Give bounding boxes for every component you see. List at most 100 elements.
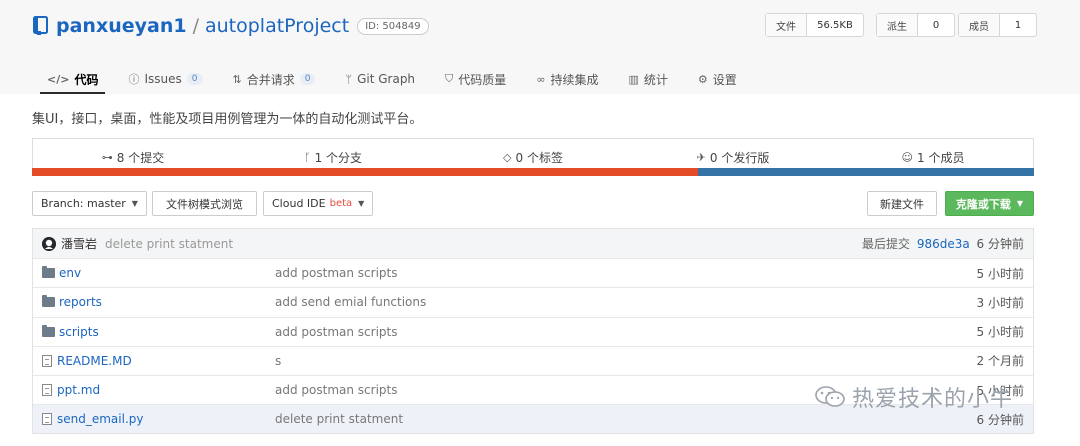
tab-label: Issues bbox=[144, 72, 182, 86]
tag-icon: ◇ bbox=[503, 151, 512, 164]
file-commit-time: 2 个月前 bbox=[976, 354, 1024, 369]
tab-settings[interactable]: ⚙ 设置 bbox=[683, 64, 752, 94]
commit-hash-link[interactable]: 986de3a bbox=[917, 237, 970, 251]
file-icon bbox=[42, 354, 52, 367]
tab-count-badge: 0 bbox=[186, 73, 203, 85]
file-commit-message[interactable]: add postman scripts bbox=[275, 266, 397, 280]
caret-down-icon: ▼ bbox=[1016, 199, 1024, 208]
tab-label: 合并请求 bbox=[246, 72, 295, 87]
file-name-link[interactable]: ppt.md bbox=[57, 383, 100, 397]
tab-issues[interactable]: ⓘ Issues 0 bbox=[113, 64, 217, 94]
tree-view-button[interactable]: 文件树模式浏览 bbox=[152, 191, 257, 216]
avatar[interactable] bbox=[42, 236, 56, 251]
file-commit-time: 5 小时前 bbox=[976, 325, 1024, 340]
commit-message[interactable]: delete print statment bbox=[105, 237, 233, 251]
file-name-link[interactable]: README.MD bbox=[57, 354, 132, 368]
repo-id-badge: ID: 504849 bbox=[357, 17, 429, 35]
tags-count: 0 个标签 bbox=[515, 151, 563, 165]
members-stat-label: 成员 bbox=[959, 14, 1000, 36]
clone-download-button[interactable]: 克隆或下载 ▼ bbox=[945, 191, 1034, 216]
tree-view-label: 文件树模式浏览 bbox=[166, 197, 243, 211]
issues-icon: ⓘ bbox=[128, 73, 140, 86]
repo-icon bbox=[33, 16, 48, 35]
cloud-ide-label: Cloud IDE bbox=[272, 197, 326, 210]
files-stat[interactable]: 文件 56.5KB bbox=[765, 13, 864, 37]
language-segment bbox=[32, 168, 699, 176]
files-stat-value: 56.5KB bbox=[817, 19, 853, 31]
file-commit-message[interactable]: add send emial functions bbox=[275, 295, 426, 309]
folder-icon bbox=[42, 295, 55, 308]
tab-statistics[interactable]: ▥ 统计 bbox=[614, 64, 683, 94]
tab-label: 代码质量 bbox=[458, 72, 507, 87]
new-file-button[interactable]: 新建文件 bbox=[867, 191, 937, 216]
commit-author[interactable]: 潘雪岩 bbox=[61, 235, 97, 252]
merge-icon: ⇅ bbox=[232, 72, 242, 86]
watermark: 热爱技术的小牛 bbox=[814, 381, 1013, 413]
branch-select[interactable]: Branch: master ▼ bbox=[32, 191, 147, 216]
user-icon: ☺ bbox=[901, 151, 913, 164]
file-commit-message[interactable]: s bbox=[275, 354, 281, 368]
releases-count: 0 个发行版 bbox=[709, 151, 770, 165]
file-icon bbox=[42, 384, 52, 397]
file-name-link[interactable]: env bbox=[59, 266, 81, 280]
folder-icon bbox=[42, 324, 55, 337]
watermark-text: 热爱技术的小牛 bbox=[852, 387, 1014, 412]
last-commit-row: 潘雪岩 delete print statment 最后提交 986de3a 6… bbox=[33, 229, 1033, 259]
table-row[interactable]: env add postman scripts 5 小时前 bbox=[33, 258, 1033, 287]
tab-label: 设置 bbox=[712, 72, 737, 87]
repo-owner-link[interactable]: panxueyan1 bbox=[56, 15, 187, 37]
tab-label: Git Graph bbox=[357, 72, 416, 86]
release-icon: ✈ bbox=[696, 151, 706, 164]
file-name-link[interactable]: reports bbox=[59, 295, 102, 309]
infinity-icon: ∞ bbox=[536, 72, 546, 86]
caret-down-icon: ▼ bbox=[131, 199, 138, 208]
table-row[interactable]: README.MD s 2 个月前 bbox=[33, 345, 1033, 375]
files-stat-label: 文件 bbox=[766, 14, 807, 36]
file-commit-time: 6 分钟前 bbox=[976, 412, 1024, 427]
branches-count: 1 个分支 bbox=[314, 151, 363, 165]
cloud-ide-button[interactable]: Cloud IDE beta ▼ bbox=[263, 191, 374, 216]
commit-icon: ⊶ bbox=[101, 151, 113, 164]
file-commit-message[interactable]: delete print statment bbox=[275, 412, 403, 426]
tab-label: 持续集成 bbox=[550, 72, 599, 87]
commits-count: 8 个提交 bbox=[116, 151, 165, 165]
commit-time: 6 分钟前 bbox=[976, 237, 1024, 252]
code-icon: </> bbox=[47, 72, 70, 86]
last-commit-prefix: 最后提交 bbox=[861, 237, 910, 252]
file-icon bbox=[42, 413, 52, 426]
tab-ci[interactable]: ∞ 持续集成 bbox=[521, 64, 613, 94]
caret-down-icon: ▼ bbox=[358, 199, 365, 208]
repo-description: 集UI，接口，桌面，性能及项目用例管理为一体的自动化测试平台。 bbox=[32, 112, 423, 127]
git-graph-icon: ᛘ bbox=[345, 72, 353, 86]
repo-title: panxueyan1 / autoplatProject ID: 504849 bbox=[32, 12, 429, 40]
branch-icon: ᚴ bbox=[303, 151, 311, 164]
table-row[interactable]: scripts add postman scripts 5 小时前 bbox=[33, 316, 1033, 346]
table-row[interactable]: reports add send emial functions 3 小时前 bbox=[33, 287, 1033, 316]
members-stat[interactable]: 成员 1 bbox=[958, 13, 1037, 37]
tab-label: 代码 bbox=[74, 72, 99, 87]
repo-name-link[interactable]: autoplatProject bbox=[205, 15, 349, 37]
file-name-link[interactable]: send_email.py bbox=[57, 412, 143, 426]
bar-chart-icon: ▥ bbox=[628, 72, 639, 86]
clone-download-label: 克隆或下载 bbox=[955, 197, 1011, 211]
file-name-link[interactable]: scripts bbox=[59, 325, 99, 339]
tab-count-badge: 0 bbox=[299, 73, 316, 85]
repo-tabs: </> 代码 ⓘ Issues 0 ⇅ 合并请求 0 ᛘ Git Graph ⛉… bbox=[32, 64, 752, 94]
tab-code-quality[interactable]: ⛉ 代码质量 bbox=[430, 64, 521, 94]
forks-stat[interactable]: 派生 0 bbox=[876, 13, 955, 37]
wechat-icon bbox=[815, 386, 845, 407]
tab-git-graph[interactable]: ᛘ Git Graph bbox=[330, 64, 430, 94]
file-commit-message[interactable]: add postman scripts bbox=[275, 325, 397, 339]
language-bar bbox=[32, 168, 1034, 176]
repo-path-separator: / bbox=[192, 15, 199, 37]
new-file-label: 新建文件 bbox=[880, 197, 924, 211]
folder-icon bbox=[42, 266, 55, 279]
tab-label: 统计 bbox=[643, 72, 668, 87]
file-commit-time: 3 小时前 bbox=[976, 295, 1024, 310]
file-commit-message[interactable]: add postman scripts bbox=[275, 383, 397, 397]
shield-icon: ⛉ bbox=[445, 72, 454, 85]
beta-badge: beta bbox=[329, 198, 353, 209]
tab-merge-requests[interactable]: ⇅ 合并请求 0 bbox=[218, 64, 331, 94]
members-count: 1 个成员 bbox=[917, 151, 965, 165]
tab-code[interactable]: </> 代码 bbox=[32, 64, 113, 94]
